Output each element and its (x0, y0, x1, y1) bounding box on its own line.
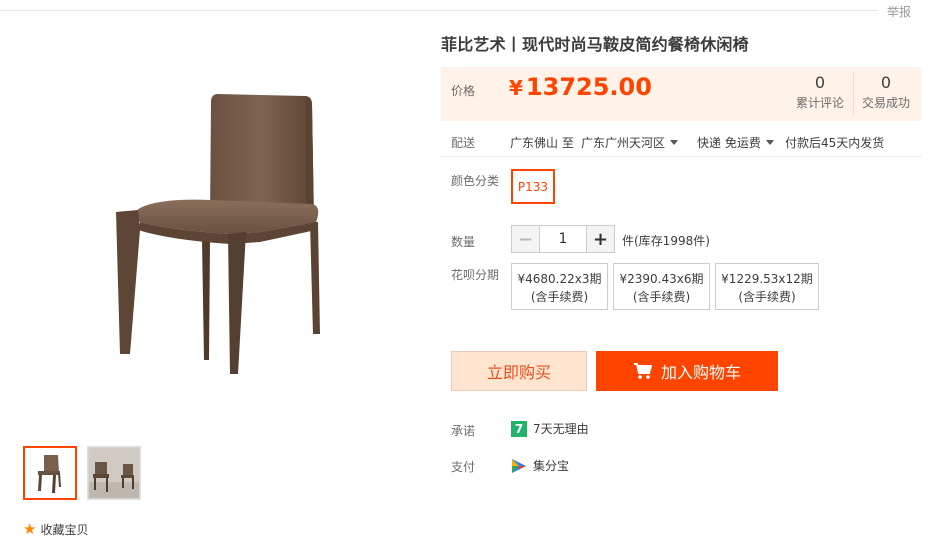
chairs-photo-icon (89, 448, 139, 498)
quantity-increase-button[interactable]: + (586, 226, 614, 252)
star-icon: ★ (23, 520, 37, 538)
deals-count: 0 (880, 73, 892, 92)
deals-label: 交易成功 (861, 96, 910, 110)
installment-note: (含手续费) (530, 290, 589, 304)
installment-amount: ¥1229.53x12期 (721, 272, 813, 286)
color-label: 颜色分类 (451, 174, 500, 188)
delivery-time: 付款后45天内发货 (785, 136, 885, 150)
main-product-image (60, 62, 380, 402)
shipping-label: 配送 (451, 136, 476, 150)
chair-thumbnail-icon (38, 455, 61, 493)
deals-stat: 0 交易成功 (856, 73, 916, 111)
quantity-decrease-button[interactable]: − (512, 226, 540, 252)
favorite-label: 收藏宝贝 (40, 523, 89, 537)
installment-note: (含手续费) (632, 290, 691, 304)
ship-to-label: 广东广州天河区 (581, 136, 666, 150)
price-value: ¥ 13725.00 (509, 73, 652, 101)
promise-label: 承诺 (451, 424, 476, 438)
price-panel: 价格 ¥ 13725.00 0 累计评论 0 交易成功 (441, 67, 921, 121)
top-divider (0, 10, 878, 11)
favorite-button[interactable]: ★ 收藏宝贝 (23, 521, 88, 538)
quantity-input[interactable] (540, 226, 586, 252)
thumbnail-list (23, 446, 141, 500)
installment-option-12[interactable]: ¥1229.53x12期 (含手续费) (715, 263, 819, 310)
installment-note: (含手续费) (738, 290, 796, 304)
shipping-row: 配送 广东佛山 至 广东广州天河区 快递 免运费 付款后45天内发货 (441, 125, 921, 157)
installment-label: 花呗分期 (451, 268, 500, 282)
installment-option-3[interactable]: ¥4680.22x3期 (含手续费) (511, 263, 608, 310)
ship-method-label: 快递 免运费 (697, 136, 761, 150)
quantity-stepper: − + (511, 225, 615, 253)
jifenbao-icon (512, 458, 526, 473)
reviews-count: 0 (814, 73, 826, 92)
product-title: 菲比艺术丨现代时尚马鞍皮简约餐椅休闲椅 (441, 35, 749, 54)
payment-item[interactable]: 集分宝 (511, 457, 569, 474)
installment-option-6[interactable]: ¥2390.43x6期 (含手续费) (613, 263, 710, 310)
ship-method-dropdown[interactable]: 快递 免运费 (697, 134, 774, 151)
chevron-down-icon (670, 140, 679, 145)
add-to-cart-label: 加入购物车 (660, 363, 741, 382)
thumbnail-chair-photo[interactable] (87, 446, 141, 500)
ship-from: 广东佛山 至 (510, 136, 574, 150)
buy-now-button[interactable]: 立即购买 (451, 351, 587, 391)
price-amount: 13725.00 (525, 73, 652, 101)
promise-item[interactable]: 7 7天无理由 (511, 420, 589, 437)
cart-icon (633, 363, 652, 379)
sku-option-p133[interactable]: P133 (511, 169, 555, 204)
quantity-label: 数量 (451, 235, 476, 249)
payment-text: 集分宝 (533, 459, 570, 473)
add-to-cart-button[interactable]: 加入购物车 (596, 351, 778, 391)
payment-label: 支付 (451, 460, 476, 474)
stat-divider (853, 73, 854, 115)
chevron-down-icon (765, 140, 774, 145)
report-link[interactable]: 举报 (887, 3, 911, 20)
promise-text: 7天无理由 (533, 422, 589, 436)
installment-amount: ¥2390.43x6期 (619, 272, 704, 286)
chair-image (116, 94, 320, 374)
currency-symbol: ¥ (509, 76, 523, 100)
reviews-label: 累计评论 (795, 96, 844, 110)
price-label: 价格 (451, 84, 476, 98)
installment-amount: ¥4680.22x3期 (517, 272, 602, 286)
thumbnail-chair-front[interactable] (23, 446, 77, 500)
ship-to-dropdown[interactable]: 广东广州天河区 (581, 134, 679, 151)
stock-info: 件(库存1998件) (622, 234, 710, 248)
reviews-stat[interactable]: 0 累计评论 (790, 73, 850, 111)
seven-day-return-icon: 7 (511, 420, 527, 437)
